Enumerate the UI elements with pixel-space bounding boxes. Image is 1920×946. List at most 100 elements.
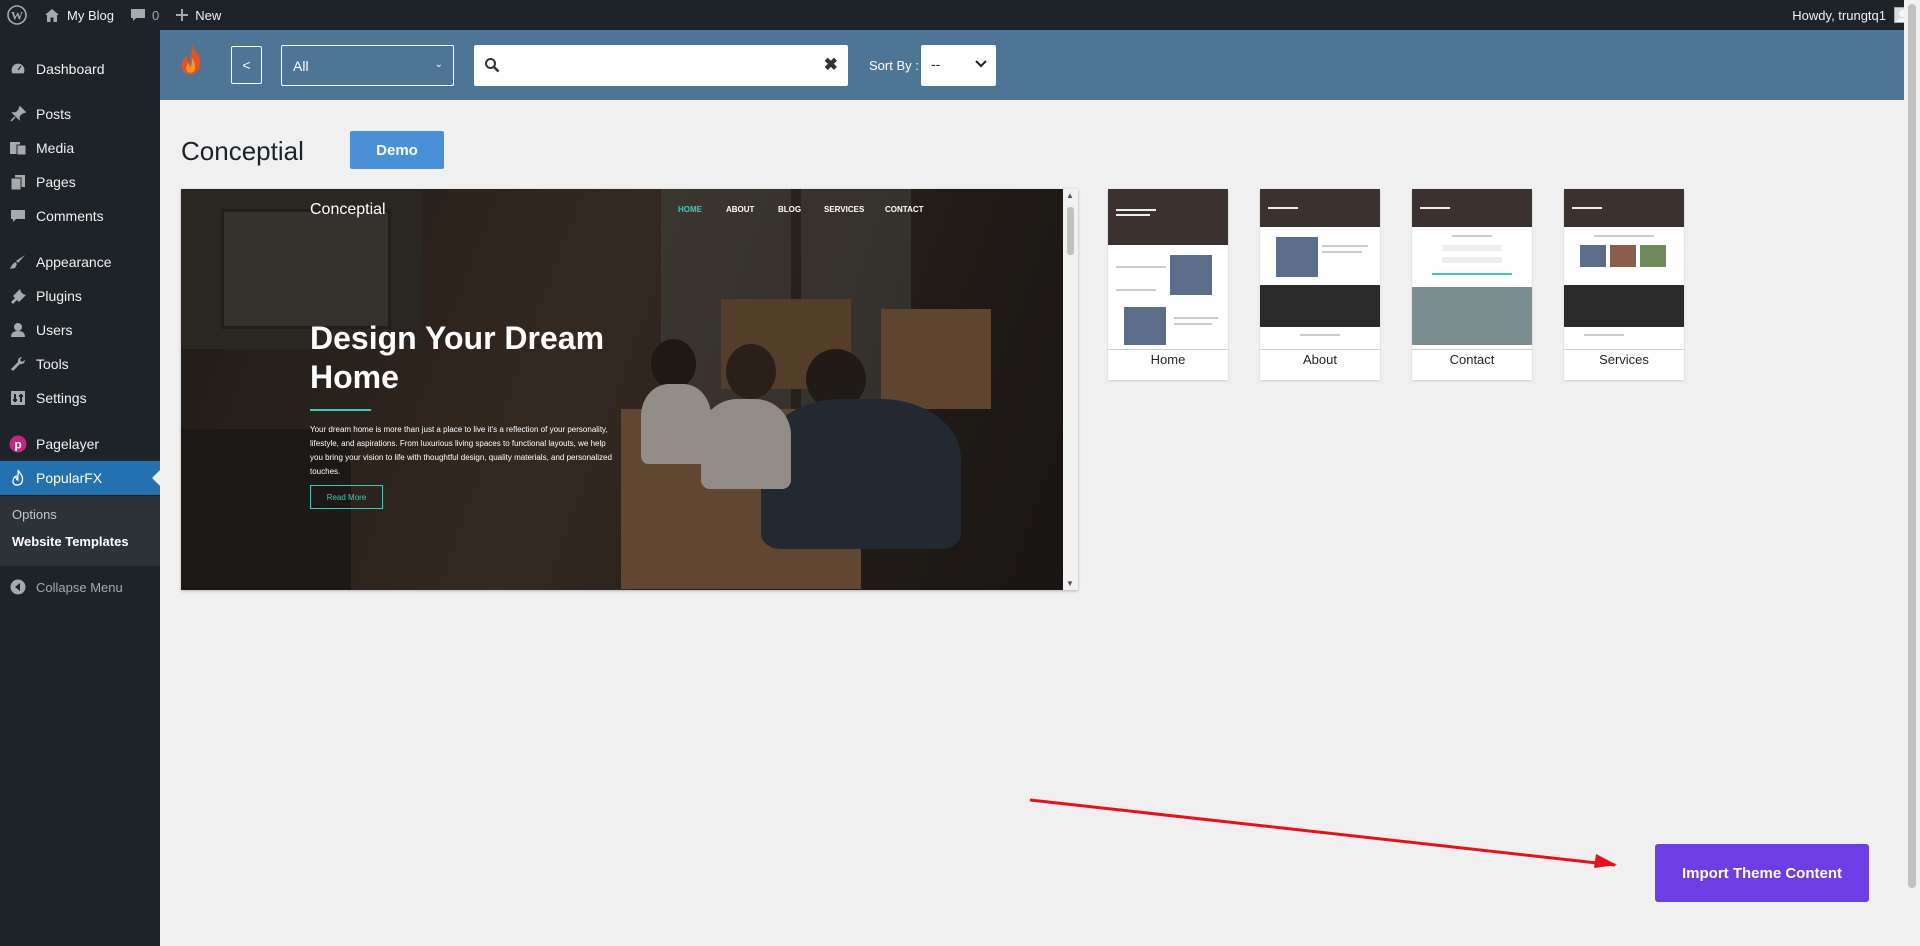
menu-label: Users <box>36 322 73 338</box>
menu-label: Dashboard <box>36 61 105 77</box>
import-theme-content-button[interactable]: Import Theme Content <box>1655 844 1869 902</box>
menu-popularfx[interactable]: PopularFX <box>0 461 160 495</box>
media-icon <box>0 140 36 156</box>
preview-nav-services: SERVICES <box>824 205 865 214</box>
menu-label: Comments <box>36 208 104 224</box>
page-thumbnail-home[interactable]: Home <box>1108 189 1228 380</box>
annotation-arrow-icon <box>1029 798 1617 868</box>
menu-label: Pagelayer <box>36 436 100 452</box>
pin-icon <box>0 106 36 122</box>
search-input[interactable] <box>508 53 808 77</box>
preview-nav-about: ABOUT <box>726 205 755 214</box>
plugin-icon <box>0 288 36 305</box>
page-thumbnail-services[interactable]: Services <box>1564 189 1684 380</box>
page-thumbnail-label: Contact <box>1449 352 1495 367</box>
menu-label: PopularFX <box>36 470 103 486</box>
howdy-label: Howdy, trungtq1 <box>1792 7 1886 23</box>
chevron-down-icon <box>974 57 988 74</box>
back-button[interactable]: < <box>231 46 262 84</box>
popularfx-icon <box>0 469 36 487</box>
settings-icon <box>0 390 36 406</box>
pagelayer-icon: p <box>0 435 36 453</box>
page-thumbnail-image <box>1412 189 1532 350</box>
menu-dashboard[interactable]: Dashboard <box>0 52 160 86</box>
preview-scrollbar[interactable]: ▲ ▼ <box>1063 189 1078 590</box>
template-toolbar: < All ⌄ ✖ Sort By : -- <box>160 30 1904 100</box>
page-thumbnail-label: About <box>1303 352 1337 367</box>
menu-tools[interactable]: Tools <box>0 347 160 381</box>
sort-select[interactable]: -- <box>921 45 996 86</box>
preview-paragraph: Your dream home is more than just a plac… <box>310 425 612 476</box>
page-scrollbar[interactable] <box>1904 0 1920 946</box>
sort-value: -- <box>931 56 941 72</box>
scroll-thumb[interactable] <box>1067 207 1074 255</box>
preview-hero-image: Conceptial HOME ABOUT BLOG SERVICES CONT… <box>181 189 1063 590</box>
user-icon <box>0 322 36 338</box>
my-account-link[interactable]: Howdy, trungtq1 <box>1792 0 1910 30</box>
menu-label: Posts <box>36 106 72 122</box>
menu-label: Settings <box>36 390 87 406</box>
submenu-website-templates[interactable]: Website Templates <box>12 534 129 549</box>
site-name-link[interactable]: My Blog <box>36 0 122 30</box>
popularfx-submenu: Options Website Templates <box>0 496 160 566</box>
menu-label: Pages <box>36 174 76 190</box>
home-icon <box>44 8 60 23</box>
page-thumbnail-image <box>1260 189 1380 350</box>
page-thumbnail-contact[interactable]: Contact <box>1412 189 1532 380</box>
comment-icon <box>0 209 36 224</box>
brush-icon <box>0 254 36 270</box>
page-scroll-thumb[interactable] <box>1908 4 1916 888</box>
preview-headline: Design Your Dream Home <box>310 320 605 395</box>
site-name-label: My Blog <box>67 7 114 23</box>
preview-brand: Conceptial <box>310 201 386 218</box>
admin-sidebar: Dashboard Posts Media Pages Comments App… <box>0 30 160 946</box>
menu-label: Appearance <box>36 254 112 270</box>
search-box: ✖ <box>474 45 848 86</box>
svg-text:W: W <box>11 9 23 23</box>
menu-label: Tools <box>36 356 69 372</box>
wordpress-logo-icon[interactable]: W <box>0 0 36 30</box>
preview-nav-blog: BLOG <box>778 205 802 214</box>
pages-icon <box>0 174 36 191</box>
page-thumbnail-label: Services <box>1599 352 1649 367</box>
page-thumbnail-image <box>1108 189 1228 350</box>
collapse-menu-button[interactable]: Collapse Menu <box>0 572 123 602</box>
page-thumbnail-image <box>1564 189 1684 350</box>
menu-pagelayer[interactable]: p Pagelayer <box>0 427 160 461</box>
menu-appearance[interactable]: Appearance <box>0 245 160 279</box>
clear-search-icon[interactable]: ✖ <box>824 55 838 75</box>
menu-users[interactable]: Users <box>0 313 160 347</box>
scroll-down-icon[interactable]: ▼ <box>1066 579 1074 588</box>
wrench-icon <box>0 356 36 372</box>
caret-down-icon: ⌄ <box>434 59 443 70</box>
demo-button[interactable]: Demo <box>350 131 444 169</box>
page-thumbnail-label: Home <box>1150 352 1186 367</box>
menu-settings[interactable]: Settings <box>0 381 160 415</box>
menu-label: Plugins <box>36 288 82 304</box>
svg-text:p: p <box>14 438 21 452</box>
menu-comments[interactable]: Comments <box>0 199 160 233</box>
scroll-up-icon[interactable]: ▲ <box>1066 191 1074 200</box>
template-title: Conceptial <box>181 136 304 166</box>
preview-read-more: Read More <box>310 485 383 509</box>
menu-media[interactable]: Media <box>0 131 160 165</box>
sort-by-label: Sort By : <box>869 58 919 73</box>
menu-posts[interactable]: Posts <box>0 97 160 131</box>
plus-icon <box>175 8 189 22</box>
new-content-link[interactable]: New <box>167 0 229 30</box>
popularfx-flame-logo <box>178 43 206 84</box>
page-thumbnail-about[interactable]: About <box>1260 189 1380 380</box>
collapse-menu-label: Collapse Menu <box>36 579 123 595</box>
comment-bubble-icon <box>130 8 146 23</box>
menu-label: Media <box>36 140 75 156</box>
submenu-options[interactable]: Options <box>12 507 57 522</box>
category-value: All <box>293 57 309 74</box>
comments-count: 0 <box>151 7 160 23</box>
search-icon <box>484 57 500 78</box>
comments-link[interactable]: 0 <box>122 0 167 30</box>
template-preview[interactable]: Conceptial HOME ABOUT BLOG SERVICES CONT… <box>181 189 1078 590</box>
menu-plugins[interactable]: Plugins <box>0 279 160 313</box>
category-select[interactable]: All ⌄ <box>281 45 454 86</box>
menu-pages[interactable]: Pages <box>0 165 160 199</box>
preview-nav-contact: CONTACT <box>885 205 924 214</box>
